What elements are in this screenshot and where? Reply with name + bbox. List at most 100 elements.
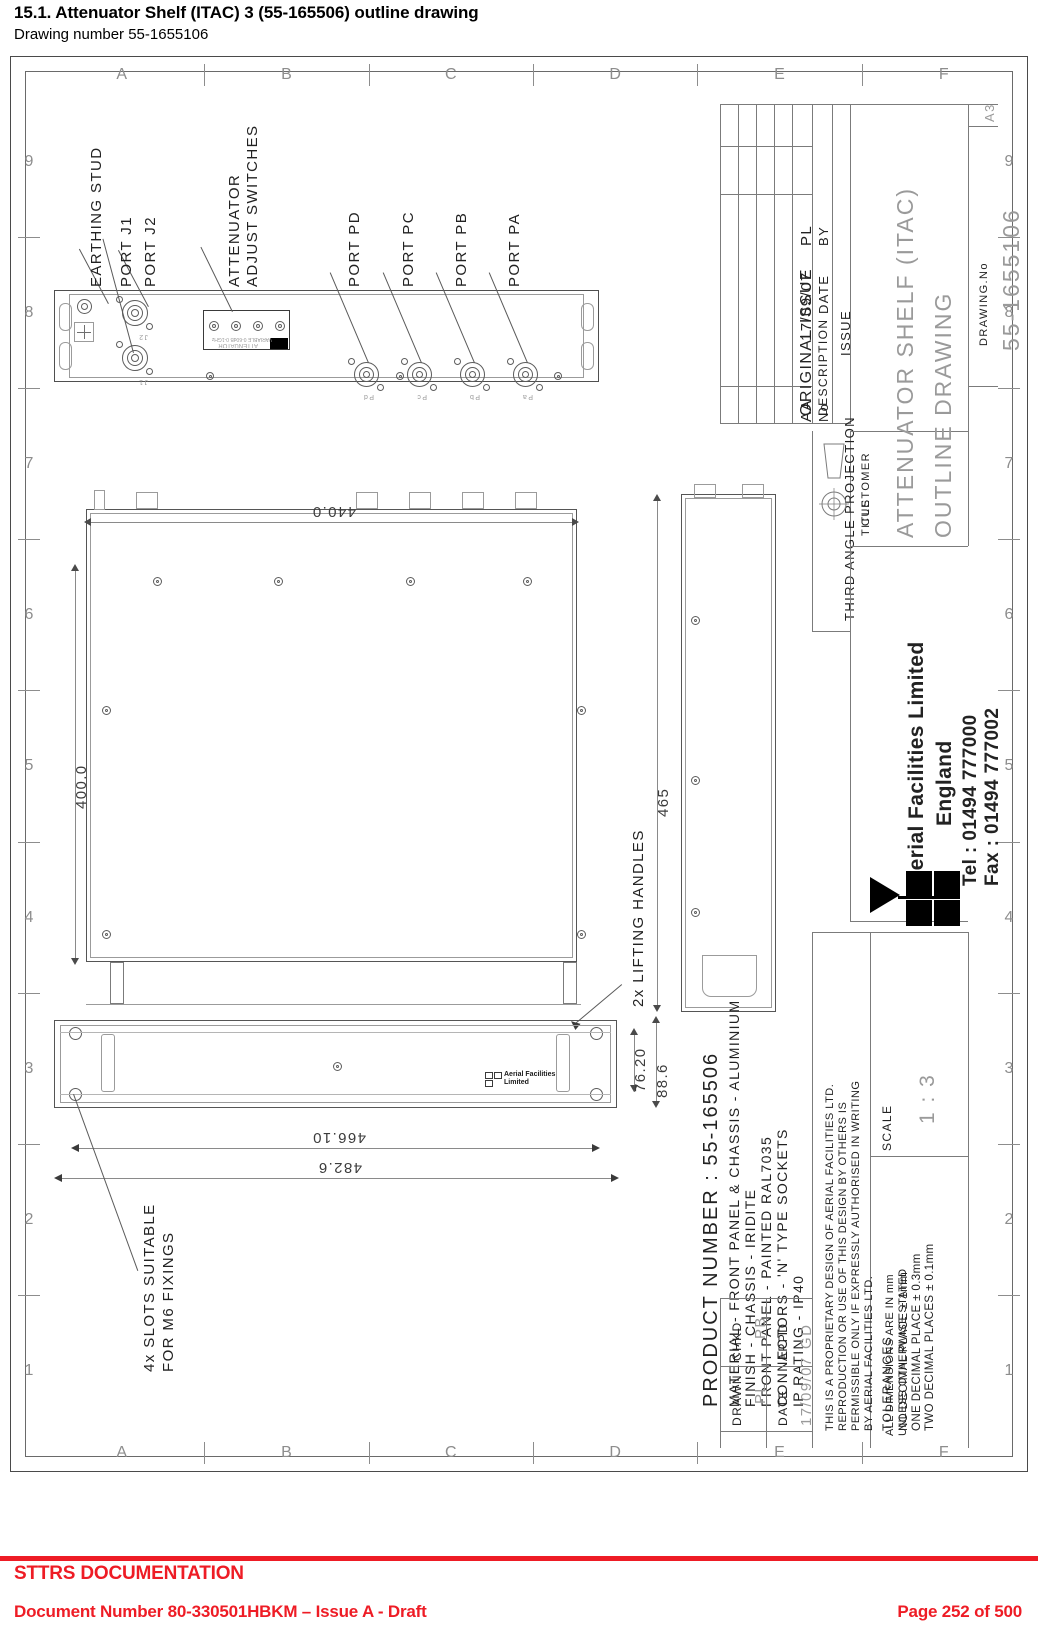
zone-letter-a: A <box>116 1444 128 1461</box>
third-angle-symbol-icon <box>819 443 849 520</box>
title-block: BY PL DATE 17/09/07 DESCRIPTION ORIGINAL… <box>720 86 1024 1448</box>
footer-divider <box>0 1556 1038 1561</box>
company-name: Aerial Facilities Limited <box>905 641 928 886</box>
tolerance-line-3: TWO DECIMAL PLACES ± 0.1mm <box>924 1243 936 1431</box>
scale-value: 1 : 3 <box>916 1073 939 1124</box>
zone-number-2: 2 <box>18 1143 40 1295</box>
drawing-title-line1: ATTENUATOR SHELF (ITAC) <box>892 187 918 538</box>
zone-number-3: 3 <box>998 992 1020 1144</box>
zone-number-5: 5 <box>18 690 40 841</box>
drawing-no-label: DRAWING.No <box>978 262 990 346</box>
rev-val-description: ORIGINAL ISSUE <box>798 268 815 416</box>
drawing-no-value: 55-1655106 <box>998 208 1024 351</box>
callout-port-j2: PORT J2 <box>142 216 159 287</box>
zone-letter-d: D <box>533 64 697 86</box>
rev-val-no: AA <box>798 399 815 422</box>
zone-letter-c: C <box>368 1442 533 1464</box>
annotation-lifting-handles: 2x LIFTING HANDLES <box>630 829 647 1007</box>
zone-number-9: 9 <box>24 152 34 170</box>
chkd-label: CHKD <box>730 1321 744 1361</box>
callout-adjust-switches: ADJUST SWITCHES <box>244 124 261 287</box>
panel-mark-pc: Pc <box>416 393 427 400</box>
drawing-sheet: ABCDEF ABCDEF 987654321 987654321 EARTHI… <box>10 56 1028 1472</box>
zone-numbers-left: 987654321 <box>18 86 40 1442</box>
zone-letter-c: C <box>368 64 533 86</box>
company-country: England <box>933 740 956 826</box>
callout-earthing-stud: EARTHING STUD <box>88 146 105 287</box>
footer-doc-set: STTRS DOCUMENTATION <box>14 1563 244 1584</box>
annotation-slots-line2: FOR M6 FIXINGS <box>160 1231 177 1372</box>
rev-col-date: DATE <box>816 274 831 314</box>
zone-number-6: 6 <box>18 539 40 690</box>
tolerance-line-2: ONE DECIMAL PLACE ± 0.3mm <box>911 1253 923 1431</box>
drawing-sheet-frame: ABCDEF ABCDEF 987654321 987654321 EARTHI… <box>18 64 1024 1464</box>
company-logo-icon <box>870 871 960 926</box>
sheet-size: A3 <box>982 103 997 122</box>
panel-brand-line2: Limited <box>504 1079 529 1086</box>
callout-attenuator: ATTENUATOR <box>226 173 243 287</box>
zone-number-7: 7 <box>998 388 1020 539</box>
zone-number-7: 7 <box>18 388 40 539</box>
zone-letter-e: E <box>697 64 861 86</box>
copyright-line-3: PERMISSIBLE ONLY IF EXPRESSLY AUTHORISED… <box>850 1080 862 1431</box>
zone-number-1: 1 <box>18 1294 40 1446</box>
rev-section-label: ISSUE <box>838 309 853 356</box>
panel-brand-line1: Aerial Facilities <box>504 1071 556 1078</box>
callout-port-pb: PORT PB <box>453 211 470 287</box>
document-header: 15.1. Attenuator Shelf (ITAC) 3 (55-1655… <box>14 2 1024 45</box>
zone-number-8: 8 <box>18 237 40 388</box>
page-title: 15.1. Attenuator Shelf (ITAC) 3 (55-1655… <box>14 3 479 22</box>
zone-number-6: 6 <box>998 539 1020 690</box>
copyright-line-2: REPRODUCTION OR USE OF THIS DESIGN BY OT… <box>837 1101 849 1431</box>
annotation-slots-line1: 4x SLOTS SUITABLE <box>141 1203 158 1372</box>
zone-number-4: 4 <box>18 841 40 993</box>
dim-76-20: 76.20 <box>632 1047 649 1092</box>
customer-label: CUSTOMER <box>860 452 872 526</box>
panel-mark-j1: J1 <box>137 378 148 385</box>
zone-letter-b: B <box>204 1442 368 1464</box>
copyright-line-4: BY AERIAL FACILITIES LTD. <box>863 1275 875 1431</box>
appd-label: APPD <box>776 1322 790 1361</box>
drawn-label: DRAWN <box>730 1374 744 1426</box>
appd-value: GD <box>798 1323 815 1349</box>
dim-482-6: 482.6 <box>317 1159 362 1176</box>
zone-letter-a: A <box>116 66 128 83</box>
callout-port-j1: PORT J1 <box>118 216 135 287</box>
scale-label: SCALE <box>880 1104 894 1151</box>
drawn-value: PL <box>752 1382 769 1404</box>
zone-letter-f: F <box>861 64 1026 86</box>
zone-letter-b: B <box>204 64 368 86</box>
callout-port-pa: PORT PA <box>506 213 523 287</box>
date-value: 17/09/07 <box>798 1356 815 1426</box>
panel-mark-pd: Pd <box>362 393 374 400</box>
dim-466-10: 466.10 <box>311 1129 366 1146</box>
date-label: DATE <box>776 1389 790 1426</box>
zone-letters-top: ABCDEF <box>40 64 998 86</box>
copyright-line-1: THIS IS A PROPRIETARY DESIGN OF AERIAL F… <box>824 1083 836 1431</box>
zone-number-1: 1 <box>998 1294 1020 1446</box>
dim-465: 465 <box>655 787 672 817</box>
plate-title: ATTENUATOR <box>218 342 258 348</box>
company-fax: Fax : 01494 777002 <box>982 707 1003 886</box>
chkd-value: PB <box>752 1316 769 1339</box>
zone-number-3: 3 <box>18 992 40 1144</box>
zone-letter-d: D <box>533 1442 697 1464</box>
panel-mark-j2: J2 <box>137 333 148 340</box>
rev-col-by: BY <box>816 225 831 246</box>
callout-port-pd: PORT PD <box>346 211 363 287</box>
company-tel: Tel : 01494 777000 <box>960 714 981 886</box>
callout-port-pc: PORT PC <box>400 211 417 287</box>
rev-col-no: No <box>816 402 831 422</box>
dim-440: 440.0 <box>311 503 356 520</box>
drawing-title-line2: OUTLINE DRAWING <box>930 291 956 538</box>
dim-88-6: 88.6 <box>654 1063 671 1098</box>
dim-400: 400.0 <box>73 764 90 809</box>
units-note-line1: ALL DIMENSIONS ARE IN mm <box>884 1274 896 1436</box>
units-note-line2: UNLESS OTHERWISE STATED <box>897 1268 909 1436</box>
rev-val-by: PL <box>798 224 815 246</box>
zone-letters-bottom: ABCDEF <box>40 1442 998 1464</box>
plate-subtitle: VARIABLE 0-60dB 0-1GHz <box>211 336 272 342</box>
zone-letter-e: E <box>697 1442 861 1464</box>
footer-doc-number: Document Number 80-330501HBKM – Issue A … <box>14 1602 427 1621</box>
footer-page-number: Page 252 of 500 <box>897 1602 1022 1621</box>
